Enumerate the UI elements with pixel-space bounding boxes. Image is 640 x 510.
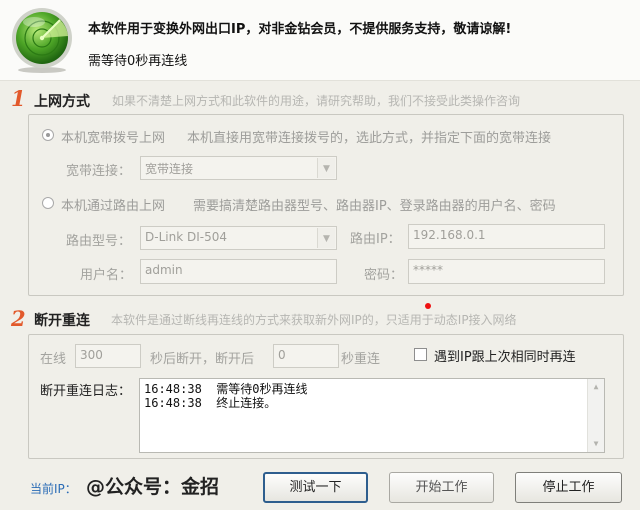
current-ip-value: @公众号：金招 <box>86 476 220 498</box>
section-2-number: 2 <box>11 306 26 331</box>
online-seconds-input[interactable]: 300 <box>75 344 141 368</box>
test-button[interactable]: 测试一下 <box>263 472 368 503</box>
scroll-up-icon[interactable]: ▲ <box>588 379 604 395</box>
broadband-connection-label: 宽带连接： <box>66 164 132 179</box>
router-model-value: D-Link DI-504 <box>145 230 227 244</box>
username-input[interactable]: admin <box>140 259 337 284</box>
router-option-label[interactable]: 本机通过路由上网 <box>61 195 165 214</box>
reconnect-seconds-label: 秒重连 <box>341 352 381 367</box>
log-line: 16:48:38 需等待0秒再连线 <box>144 382 308 396</box>
broadband-connection-select[interactable]: 宽带连接 ▼ <box>140 156 337 180</box>
wait-status-text: 需等待0秒再连线 <box>88 54 188 69</box>
router-radio[interactable] <box>42 197 54 209</box>
router-model-select[interactable]: D-Link DI-504 ▼ <box>140 226 337 250</box>
section-1-description: 如果不清楚上网方式和此软件的用途，请研究帮助，我们不接受此类操作咨询 <box>112 94 521 108</box>
reconnect-seconds-input[interactable]: 0 <box>273 344 339 368</box>
section-1-title: 上网方式 <box>34 94 90 110</box>
notice-text: 本软件用于变换外网出口IP，对非金钻会员，不提供服务支持，敬请谅解! <box>88 22 512 37</box>
broadband-connection-value: 宽带连接 <box>145 162 194 176</box>
log-label: 断开重连日志： <box>40 384 132 399</box>
same-ip-checkbox[interactable] <box>414 348 427 361</box>
section-2-title: 断开重连 <box>34 313 90 329</box>
broadband-radio[interactable] <box>42 129 54 141</box>
same-ip-label[interactable]: 遇到IP跟上次相同时再连 <box>434 346 576 365</box>
router-model-label: 路由型号： <box>66 234 132 249</box>
section-2-description: 本软件是通过断线再连线的方式来获取新外网IP的，只适用于动态IP接入网络 <box>111 313 517 327</box>
cursor-dot-indicator <box>425 303 431 309</box>
chevron-down-icon[interactable]: ▼ <box>317 228 335 248</box>
section-1-number: 1 <box>11 86 26 111</box>
router-ip-label: 路由IP： <box>350 232 401 247</box>
radar-icon <box>12 8 72 73</box>
reconnect-log[interactable]: 16:48:38 需等待0秒再连线 16:48:38 终止连接。 ▲ ▼ <box>139 378 605 453</box>
stop-work-button[interactable]: 停止工作 <box>515 472 622 503</box>
log-scrollbar[interactable]: ▲ ▼ <box>587 379 604 452</box>
password-label: 密码： <box>364 268 404 283</box>
start-work-button[interactable]: 开始工作 <box>389 472 494 503</box>
username-label: 用户名： <box>80 268 133 283</box>
online-label: 在线 <box>40 352 67 367</box>
scroll-down-icon[interactable]: ▼ <box>588 436 604 452</box>
chevron-down-icon[interactable]: ▼ <box>317 158 335 178</box>
broadband-option-label[interactable]: 本机宽带拨号上网 <box>61 127 165 146</box>
password-input[interactable]: ***** <box>408 259 605 284</box>
current-ip-label: 当前IP： <box>30 482 77 496</box>
router-ip-input[interactable]: 192.168.0.1 <box>408 224 605 249</box>
broadband-option-description: 本机直接用宽带连接拨号的，选此方式，并指定下面的宽带连接 <box>187 131 552 146</box>
log-line: 16:48:38 终止连接。 <box>144 396 277 410</box>
router-option-description: 需要搞清楚路由器型号、路由器IP、登录路由器的用户名、密码 <box>193 199 556 214</box>
after-disconnect-label: 秒后断开，断开后 <box>150 352 255 367</box>
